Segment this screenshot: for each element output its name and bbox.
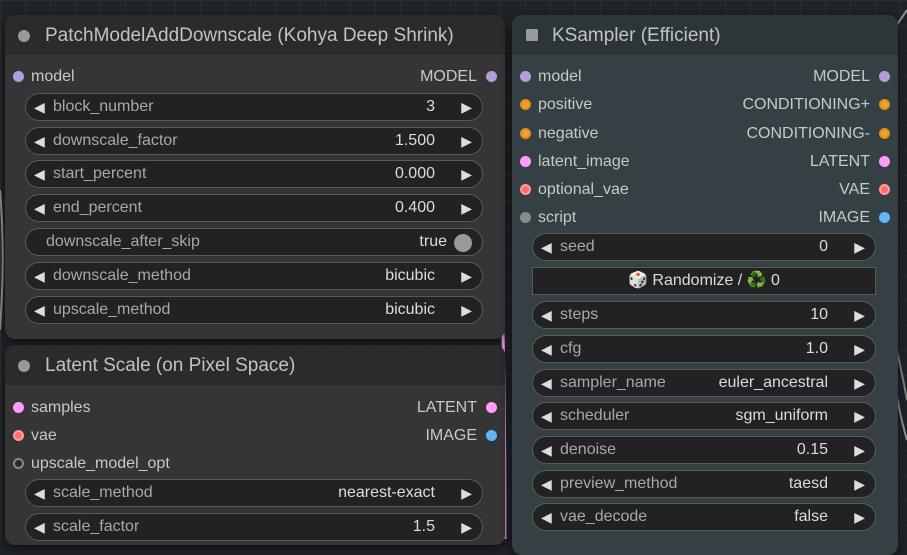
image-pin-icon[interactable] bbox=[486, 430, 497, 441]
widget-end-percent[interactable]: ◀ end_percent 0.400 ▶ bbox=[25, 194, 483, 222]
increment-arrow-icon[interactable]: ▶ bbox=[461, 263, 472, 289]
latent-pin-icon[interactable] bbox=[13, 402, 24, 413]
increment-arrow-icon[interactable]: ▶ bbox=[461, 514, 472, 540]
node-title-bar[interactable]: PatchModelAddDownscale (Kohya Deep Shrin… bbox=[5, 15, 505, 55]
increment-arrow-icon[interactable]: ▶ bbox=[854, 370, 865, 396]
increment-arrow-icon[interactable]: ▶ bbox=[854, 471, 865, 497]
decrement-arrow-icon[interactable]: ◀ bbox=[541, 370, 552, 396]
widget-seed[interactable]: ◀ seed 0 ▶ bbox=[532, 233, 876, 261]
decrement-arrow-icon[interactable]: ◀ bbox=[541, 504, 552, 530]
decrement-arrow-icon[interactable]: ◀ bbox=[541, 471, 552, 497]
increment-arrow-icon[interactable]: ▶ bbox=[854, 234, 865, 260]
widget-cfg[interactable]: ◀ cfg 1.0 ▶ bbox=[532, 335, 876, 363]
widget-scale-factor[interactable]: ◀ scale_factor 1.5 ▶ bbox=[25, 513, 483, 541]
vae-pin-icon[interactable] bbox=[13, 430, 24, 441]
script-pin-icon[interactable] bbox=[520, 212, 531, 223]
node-title: KSampler (Efficient) bbox=[552, 25, 721, 46]
upscale-model-pin-icon[interactable] bbox=[13, 458, 24, 469]
decrement-arrow-icon[interactable]: ◀ bbox=[34, 94, 45, 120]
increment-arrow-icon[interactable]: ▶ bbox=[854, 504, 865, 530]
decrement-arrow-icon[interactable]: ◀ bbox=[34, 128, 45, 154]
collapse-dot-icon[interactable] bbox=[18, 360, 30, 372]
node-patch-model-add-downscale[interactable]: PatchModelAddDownscale (Kohya Deep Shrin… bbox=[5, 15, 505, 339]
node-title: Latent Scale (on Pixel Space) bbox=[45, 355, 296, 376]
decrement-arrow-icon[interactable]: ◀ bbox=[541, 403, 552, 429]
widget-preview-method[interactable]: ◀ preview_method taesd ▶ bbox=[532, 470, 876, 498]
toggle-knob-icon[interactable] bbox=[454, 234, 472, 252]
randomize-button[interactable]: 🎲 Randomize / ♻️ 0 bbox=[532, 267, 876, 295]
node-title-bar[interactable]: KSampler (Efficient) bbox=[512, 15, 898, 55]
increment-arrow-icon[interactable]: ▶ bbox=[461, 480, 472, 506]
widget-sampler-name[interactable]: ◀ sampler_name euler_ancestral ▶ bbox=[532, 369, 876, 397]
vae-pin-icon[interactable] bbox=[520, 184, 531, 195]
node-title-bar[interactable]: Latent Scale (on Pixel Space) bbox=[5, 345, 505, 385]
widget-downscale-method[interactable]: ◀ downscale_method bicubic ▶ bbox=[25, 262, 483, 290]
widget-vae-decode[interactable]: ◀ vae_decode false ▶ bbox=[532, 503, 876, 531]
widget-scheduler[interactable]: ◀ scheduler sgm_uniform ▶ bbox=[532, 402, 876, 430]
toggle-downscale-after-skip[interactable]: downscale_after_skip true bbox=[25, 228, 483, 256]
increment-arrow-icon[interactable]: ▶ bbox=[854, 403, 865, 429]
decrement-arrow-icon[interactable]: ◀ bbox=[34, 263, 45, 289]
decrement-arrow-icon[interactable]: ◀ bbox=[34, 480, 45, 506]
collapse-square-icon[interactable] bbox=[526, 29, 538, 41]
model-pin-icon[interactable] bbox=[879, 71, 890, 82]
decrement-arrow-icon[interactable]: ◀ bbox=[34, 514, 45, 540]
decrement-arrow-icon[interactable]: ◀ bbox=[541, 437, 552, 463]
widget-scale-method[interactable]: ◀ scale_method nearest-exact ▶ bbox=[25, 479, 483, 507]
decrement-arrow-icon[interactable]: ◀ bbox=[541, 336, 552, 362]
latent-pin-icon[interactable] bbox=[879, 156, 890, 167]
conditioning-pin-icon[interactable] bbox=[520, 128, 531, 139]
conditioning-pin-icon[interactable] bbox=[520, 99, 531, 110]
model-pin-icon[interactable] bbox=[520, 71, 531, 82]
increment-arrow-icon[interactable]: ▶ bbox=[854, 302, 865, 328]
node-latent-scale[interactable]: Latent Scale (on Pixel Space) samples va… bbox=[5, 345, 505, 545]
increment-arrow-icon[interactable]: ▶ bbox=[461, 195, 472, 221]
increment-arrow-icon[interactable]: ▶ bbox=[461, 94, 472, 120]
increment-arrow-icon[interactable]: ▶ bbox=[461, 128, 472, 154]
conditioning-pin-icon[interactable] bbox=[879, 128, 890, 139]
increment-arrow-icon[interactable]: ▶ bbox=[854, 336, 865, 362]
decrement-arrow-icon[interactable]: ◀ bbox=[34, 195, 45, 221]
decrement-arrow-icon[interactable]: ◀ bbox=[34, 161, 45, 187]
node-ksampler-efficient[interactable]: KSampler (Efficient) model positive nega… bbox=[512, 15, 898, 555]
increment-arrow-icon[interactable]: ▶ bbox=[461, 161, 472, 187]
widget-denoise[interactable]: ◀ denoise 0.15 ▶ bbox=[532, 436, 876, 464]
widget-steps[interactable]: ◀ steps 10 ▶ bbox=[532, 301, 876, 329]
widget-start-percent[interactable]: ◀ start_percent 0.000 ▶ bbox=[25, 160, 483, 188]
conditioning-pin-icon[interactable] bbox=[879, 99, 890, 110]
decrement-arrow-icon[interactable]: ◀ bbox=[541, 302, 552, 328]
vae-pin-icon[interactable] bbox=[879, 184, 890, 195]
collapse-dot-icon[interactable] bbox=[18, 30, 30, 42]
widget-downscale-factor[interactable]: ◀ downscale_factor 1.500 ▶ bbox=[25, 127, 483, 155]
model-pin-icon[interactable] bbox=[486, 71, 497, 82]
image-pin-icon[interactable] bbox=[879, 212, 890, 223]
widget-upscale-method[interactable]: ◀ upscale_method bicubic ▶ bbox=[25, 296, 483, 324]
widget-block-number[interactable]: ◀ block_number 3 ▶ bbox=[25, 93, 483, 121]
node-title: PatchModelAddDownscale (Kohya Deep Shrin… bbox=[45, 25, 454, 46]
latent-pin-icon[interactable] bbox=[520, 156, 531, 167]
model-pin-icon[interactable] bbox=[13, 71, 24, 82]
increment-arrow-icon[interactable]: ▶ bbox=[854, 437, 865, 463]
latent-pin-icon[interactable] bbox=[486, 402, 497, 413]
increment-arrow-icon[interactable]: ▶ bbox=[461, 297, 472, 323]
decrement-arrow-icon[interactable]: ◀ bbox=[34, 297, 45, 323]
decrement-arrow-icon[interactable]: ◀ bbox=[541, 234, 552, 260]
